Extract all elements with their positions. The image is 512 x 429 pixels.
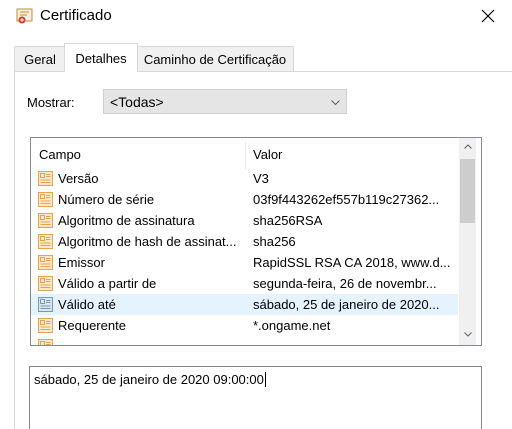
field-document-icon [38, 339, 53, 345]
scroll-up-icon [463, 144, 472, 149]
list-row[interactable]: Número de série 03f9f443262ef557b119c2736… [31, 189, 458, 210]
show-label: Mostrar: [27, 95, 75, 110]
vertical-scrollbar[interactable] [459, 138, 476, 345]
list-row[interactable]: Emissor RapidSSL RSA CA 2018, www.d... [31, 252, 458, 273]
row-value: *.ongame.net [253, 318, 331, 333]
row-field: Válido até [58, 297, 116, 312]
field-document-icon [38, 213, 53, 228]
field-detail-text: sábado, 25 de janeiro de 2020 09:00:00 [34, 372, 264, 387]
title-bar: Certificado [0, 0, 512, 33]
field-detail-textbox[interactable]: sábado, 25 de janeiro de 2020 09:00:00 [29, 366, 482, 429]
scroll-down-button[interactable] [459, 326, 476, 343]
field-document-icon [38, 234, 53, 249]
column-divider[interactable] [245, 142, 246, 169]
show-select[interactable]: <Todas> [103, 89, 347, 114]
row-value: sha256RSA [253, 213, 323, 228]
row-value: 03f9f443262ef557b119c27362... [253, 192, 440, 207]
list-row[interactable]: Algoritmo de hash de assinat... sha256 [31, 231, 458, 252]
column-header-campo[interactable]: Campo [39, 147, 81, 162]
field-document-icon [38, 276, 53, 291]
row-field: Algoritmo de assinatura [58, 213, 195, 228]
list-row[interactable]: Requerente *.ongame.net [31, 315, 458, 336]
tab-detalhes[interactable]: Detalhes [64, 43, 138, 72]
text-cursor [264, 372, 266, 387]
field-document-icon [38, 171, 53, 186]
list-row[interactable] [31, 336, 458, 345]
close-button[interactable] [474, 4, 502, 28]
fields-list[interactable]: Campo Valor Versão V3 Número de série 03f9f… [30, 137, 482, 346]
row-field: Versão [58, 171, 99, 186]
close-icon [481, 9, 495, 23]
row-field: Emissor [58, 255, 105, 270]
field-document-icon [38, 192, 53, 207]
tab-caminho-de-certificacao[interactable]: Caminho de Certificação [136, 46, 294, 71]
list-row[interactable]: Algoritmo de assinatura sha256RSA [31, 210, 458, 231]
list-header: Campo Valor [31, 138, 458, 169]
row-field: Requerente [58, 318, 126, 333]
window-title: Certificado [40, 7, 112, 24]
field-document-icon [38, 255, 53, 270]
field-document-icon [38, 318, 53, 333]
row-value: sha256 [253, 234, 296, 249]
column-header-valor[interactable]: Valor [253, 147, 282, 162]
row-value: segunda-feira, 26 de novembr... [253, 276, 437, 291]
row-field: Válido a partir de [58, 276, 157, 291]
field-document-icon [38, 297, 53, 312]
row-field: Algoritmo de hash de assinat... [58, 234, 237, 249]
row-value: V3 [253, 171, 269, 186]
scroll-down-icon [463, 332, 472, 337]
list-row[interactable]: Versão V3 [31, 168, 458, 189]
tab-geral[interactable]: Geral [14, 46, 66, 71]
scroll-up-button[interactable] [459, 138, 476, 155]
scrollbar-thumb[interactable] [460, 159, 475, 223]
chevron-down-icon [331, 100, 340, 106]
list-row[interactable]: Válido até sábado, 25 de janeiro de 2020.… [31, 294, 458, 315]
row-field: Número de série [58, 192, 155, 207]
certificate-icon [16, 8, 33, 24]
row-value: RapidSSL RSA CA 2018, www.d... [253, 255, 451, 270]
list-row[interactable]: Válido a partir de segunda-feira, 26 de n… [31, 273, 458, 294]
show-select-value: <Todas> [110, 94, 164, 110]
row-value: sábado, 25 de janeiro de 2020... [253, 297, 440, 312]
